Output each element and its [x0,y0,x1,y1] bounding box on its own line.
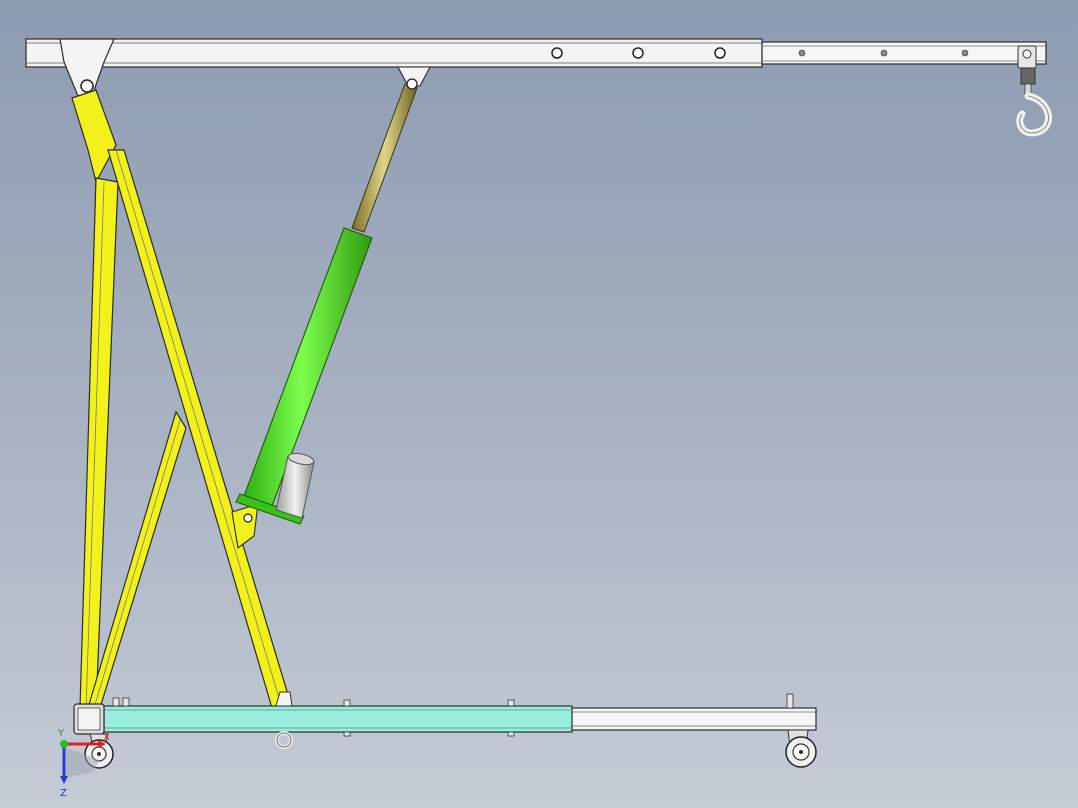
piston-rod[interactable] [351,78,418,233]
boom-pivot-pin[interactable] [80,79,94,93]
boom-extension[interactable] [761,41,1047,65]
boom-extension-hole [798,49,806,57]
boom-hole [714,47,726,59]
cylinder-base-pin[interactable] [243,513,253,523]
bolt [343,731,351,737]
base-lifting-lug-outline [276,732,292,748]
mast[interactable] [71,89,293,709]
bolt [122,697,130,707]
hydraulic-cylinder[interactable] [235,227,373,525]
triad-origin [60,740,68,748]
base-leg-extension[interactable] [569,707,817,731]
base-leg-end-cap [77,707,101,731]
caster-axle [799,750,803,754]
boom-hole [632,47,644,59]
hook-pin [1022,49,1032,59]
bolt [507,731,515,737]
triad-x-label: X [103,732,110,743]
triad-y-label: Y [57,728,65,739]
piston-rod-shaft[interactable] [351,83,418,233]
bolt [786,693,794,709]
boom-hole [551,47,563,59]
boom-extension-hole [880,49,888,57]
base-leg[interactable] [73,703,573,735]
triad-z-arrow [60,776,68,784]
cad-viewport[interactable]: X Y Z [0,0,1078,808]
mast-rear-leg[interactable] [107,149,293,709]
bolt [343,699,351,707]
piston-rod-eye [406,78,418,90]
caster-axle [97,752,101,756]
base-leg-extension-beam[interactable] [569,707,817,731]
caster-wheel-rear[interactable] [785,729,817,768]
hook-swivel [1020,67,1036,85]
brace-edge [93,419,181,709]
bolt [507,699,515,707]
mast-upper-segment[interactable] [71,89,117,184]
mast-rear-leg-edge [115,149,283,709]
boom[interactable] [25,38,763,68]
boom-extension-hole [961,49,969,57]
hook-body[interactable] [1016,92,1052,137]
triad-z-label: Z [60,788,67,799]
bolt [112,697,120,707]
